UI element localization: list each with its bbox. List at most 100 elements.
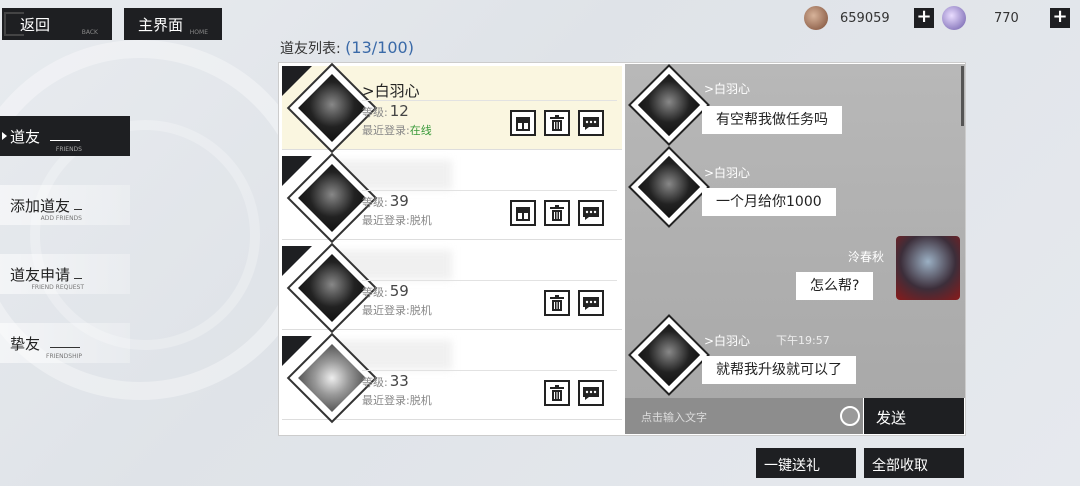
login-status: 脱机 bbox=[409, 304, 432, 317]
level-label: 等级: bbox=[362, 286, 388, 299]
gift-icon bbox=[516, 117, 530, 131]
message-sender: >白羽心 bbox=[704, 334, 751, 348]
sidebar-item-sub: FRIENDS bbox=[55, 146, 82, 153]
chat-button[interactable] bbox=[578, 200, 604, 226]
chat-button[interactable] bbox=[578, 290, 604, 316]
sidebar-underline bbox=[74, 209, 82, 210]
coin-icon bbox=[804, 6, 828, 30]
card-divider bbox=[362, 100, 617, 101]
chat-icon bbox=[583, 207, 599, 220]
friend-login: 最近登录:脱机 bbox=[362, 302, 432, 318]
sidebar-underline bbox=[74, 278, 82, 279]
sidebar-item-friend-request[interactable]: 道友申请 FRIEND REQUEST bbox=[0, 254, 130, 294]
chat-button[interactable] bbox=[578, 110, 604, 136]
gem-icon bbox=[942, 6, 966, 30]
friend-card[interactable]: 等级: 33 最近登录:脱机 bbox=[282, 332, 622, 424]
back-button-label: 返回 bbox=[20, 15, 51, 34]
back-icon bbox=[4, 12, 24, 36]
chat-icon bbox=[583, 117, 599, 130]
level-label: 等级: bbox=[362, 106, 388, 119]
send-button[interactable]: 发送 bbox=[864, 398, 964, 434]
gift-button[interactable] bbox=[510, 200, 536, 226]
message-bubble: 一个月给你1000 bbox=[702, 188, 836, 216]
message-time: 下午19:57 bbox=[776, 334, 830, 347]
login-label: 最近登录: bbox=[362, 304, 410, 317]
back-button-sub: BACK bbox=[81, 29, 98, 36]
message-bubble: 有空帮我做任务吗 bbox=[702, 106, 842, 134]
message-bubble: 就帮我升级就可以了 bbox=[702, 356, 856, 384]
gem-counter: 770 bbox=[942, 6, 1019, 30]
friend-level: 等级: 59 bbox=[362, 282, 409, 300]
chat-input[interactable]: 点击输入文字 bbox=[625, 398, 863, 434]
chat-icon bbox=[583, 297, 599, 310]
home-button-sub: HOME bbox=[189, 29, 208, 36]
coin-amount: 659059 bbox=[840, 10, 890, 26]
chat-scrollbar[interactable] bbox=[961, 66, 964, 126]
level-label: 等级: bbox=[362, 376, 388, 389]
sidebar-item-sub: ADD FRIENDS bbox=[40, 215, 82, 222]
friend-card[interactable]: 等级: 59 最近登录:脱机 bbox=[282, 242, 622, 334]
sidebar-item-label: 道友 bbox=[10, 127, 41, 146]
friend-level: 等级: 39 bbox=[362, 192, 409, 210]
gift-icon bbox=[516, 207, 530, 221]
sidebar-item-add-friends[interactable]: 添加道友 ADD FRIENDS bbox=[0, 185, 130, 225]
back-button[interactable]: 返回 BACK bbox=[2, 8, 112, 40]
message-sender: >白羽心 bbox=[704, 82, 751, 96]
home-button[interactable]: 主界面 HOME bbox=[124, 8, 222, 40]
message-bubble: 怎么帮? bbox=[796, 272, 874, 300]
delete-friend-button[interactable] bbox=[544, 200, 570, 226]
sidebar-item-label: 挚友 bbox=[10, 334, 41, 353]
friend-login: 最近登录:脱机 bbox=[362, 392, 432, 408]
friend-card[interactable]: 等级: 39 最近登录:脱机 bbox=[282, 152, 622, 244]
delete-friend-button[interactable] bbox=[544, 110, 570, 136]
sidebar-underline bbox=[50, 347, 80, 348]
card-divider bbox=[362, 280, 617, 281]
gift-button[interactable] bbox=[510, 110, 536, 136]
collect-all-button[interactable]: 全部收取 bbox=[864, 448, 964, 478]
friend-level: 等级: 33 bbox=[362, 372, 409, 390]
gem-amount: 770 bbox=[994, 10, 1019, 26]
friend-card[interactable]: >白羽心 等级: 12 最近登录:在线 bbox=[282, 62, 622, 154]
login-label: 最近登录: bbox=[362, 214, 410, 227]
sidebar-item-label: 添加道友 bbox=[10, 196, 71, 215]
level-value: 33 bbox=[389, 372, 409, 390]
friend-list-title-label: 道友列表: bbox=[280, 41, 341, 57]
friend-level: 等级: 12 bbox=[362, 102, 409, 120]
sidebar-item-sub: FRIEND REQUEST bbox=[31, 284, 84, 291]
message-sender: >白羽心 bbox=[704, 166, 751, 180]
sidebar-item-friendship[interactable]: 挚友 FRIENDSHIP bbox=[0, 323, 130, 363]
trash-icon bbox=[550, 205, 564, 221]
trash-icon bbox=[550, 295, 564, 311]
sidebar-underline bbox=[50, 140, 80, 141]
login-status: 脱机 bbox=[409, 214, 432, 227]
coin-counter: 659059 bbox=[804, 6, 890, 30]
friend-list-title: 道友列表: (13/100) bbox=[280, 38, 414, 58]
level-value: 12 bbox=[389, 102, 409, 120]
card-divider bbox=[362, 370, 617, 371]
home-button-label: 主界面 bbox=[138, 15, 184, 34]
emoji-icon[interactable] bbox=[840, 406, 860, 426]
message-sender: 泠春秋 bbox=[848, 250, 885, 264]
delete-friend-button[interactable] bbox=[544, 290, 570, 316]
login-label: 最近登录: bbox=[362, 394, 410, 407]
sidebar-item-sub: FRIENDSHIP bbox=[46, 353, 82, 360]
level-value: 59 bbox=[389, 282, 409, 300]
friend-name: >白羽心 bbox=[362, 82, 420, 100]
level-label: 等级: bbox=[362, 196, 388, 209]
chat-icon bbox=[583, 387, 599, 400]
sidebar-item-friends[interactable]: 道友 FRIENDS bbox=[0, 116, 130, 156]
login-status: 在线 bbox=[409, 124, 432, 137]
gift-all-button[interactable]: 一键送礼 bbox=[756, 448, 856, 478]
trash-icon bbox=[550, 115, 564, 131]
chat-button[interactable] bbox=[578, 380, 604, 406]
add-gems-button[interactable]: + bbox=[1050, 8, 1070, 28]
add-coins-button[interactable]: + bbox=[914, 8, 934, 28]
level-value: 39 bbox=[389, 192, 409, 210]
trash-icon bbox=[550, 385, 564, 401]
card-divider bbox=[362, 190, 617, 191]
login-status: 脱机 bbox=[409, 394, 432, 407]
friend-login: 最近登录:在线 bbox=[362, 122, 432, 138]
delete-friend-button[interactable] bbox=[544, 380, 570, 406]
friend-login: 最近登录:脱机 bbox=[362, 212, 432, 228]
sidebar-item-label: 道友申请 bbox=[10, 265, 71, 284]
